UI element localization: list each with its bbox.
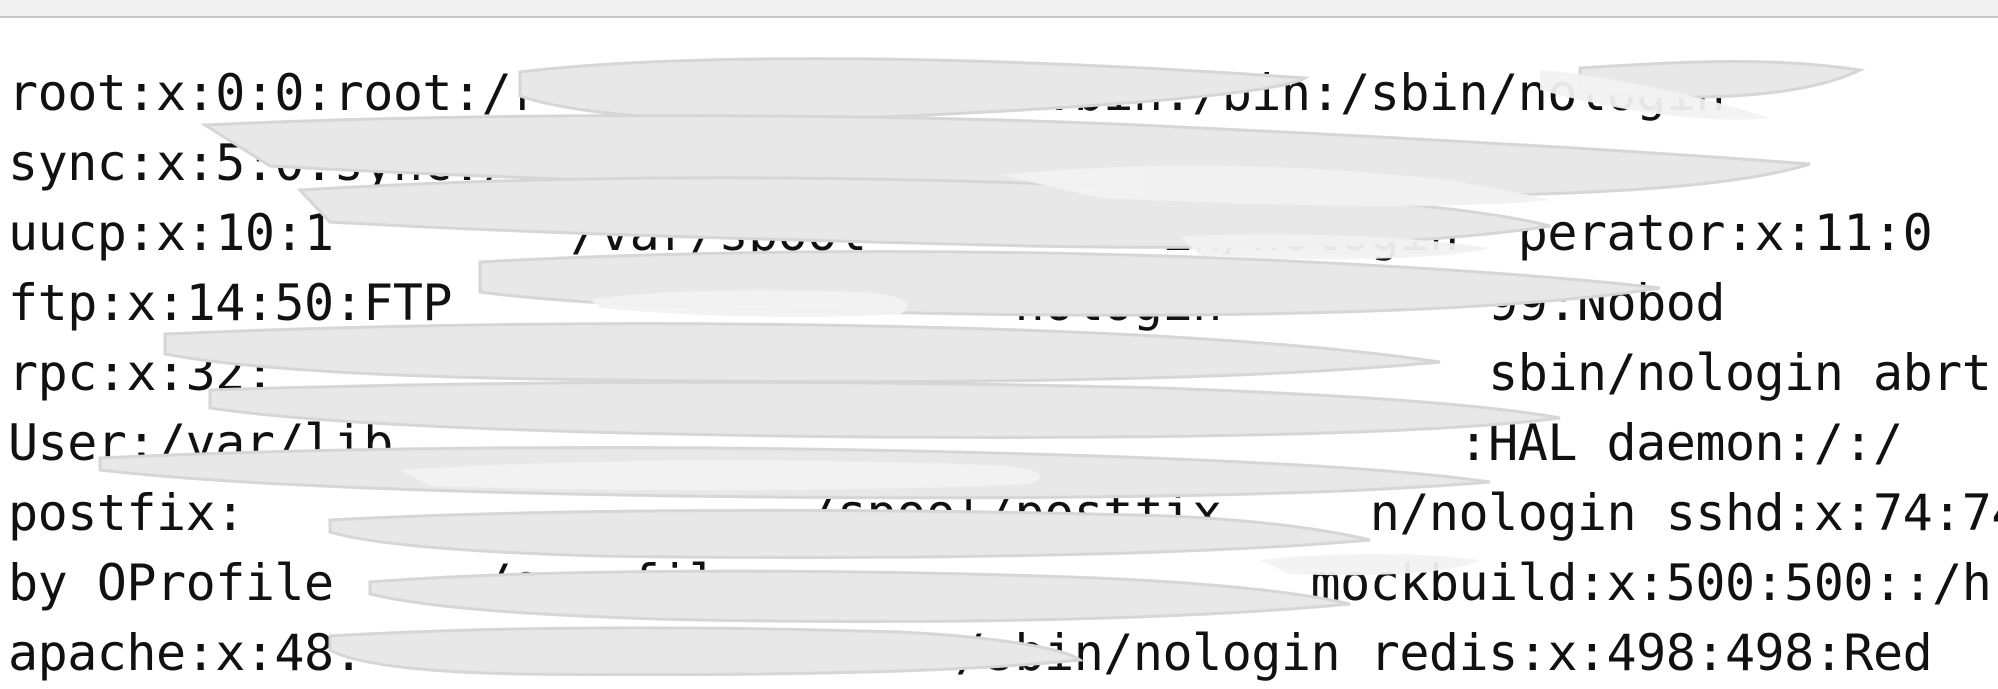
text-line-5: rpc:x:32: /var/ sbin/nologin abrt [8, 344, 1992, 402]
text-line-1: root:x:0:0:root:/r bin:x:1:1:bin:/bin:/s… [8, 64, 1725, 122]
text-line-4: ftp:x:14:50:FTP nologin 99:Nobod [8, 274, 1725, 332]
window-top-edge [0, 0, 1998, 18]
file-content-pane[interactable]: root:x:0:0:root:/r bin:x:1:1:bin:/bin:/s… [8, 58, 1998, 688]
text-line-6: User:/var/lib :HAL daemon:/:/ [8, 414, 1903, 472]
text-line-7: postfix: /spool/postfix n/nologin sshd:x… [8, 484, 1998, 542]
terminal-window: root:x:0:0:root:/r bin:x:1:1:bin:/bin:/s… [0, 0, 1998, 689]
text-line-2: sync:x:5:0:sync:/ :bin:/s [8, 134, 1370, 192]
text-line-3: uucp:x:10:1 /var/spool in/nologin perato… [8, 204, 1933, 262]
text-line-9: apache:x:48: /www:/sbin/nologin redis:x:… [8, 624, 1933, 682]
text-line-8: by OProfile /oprofile mockbuild:x:500:50… [8, 554, 1992, 612]
